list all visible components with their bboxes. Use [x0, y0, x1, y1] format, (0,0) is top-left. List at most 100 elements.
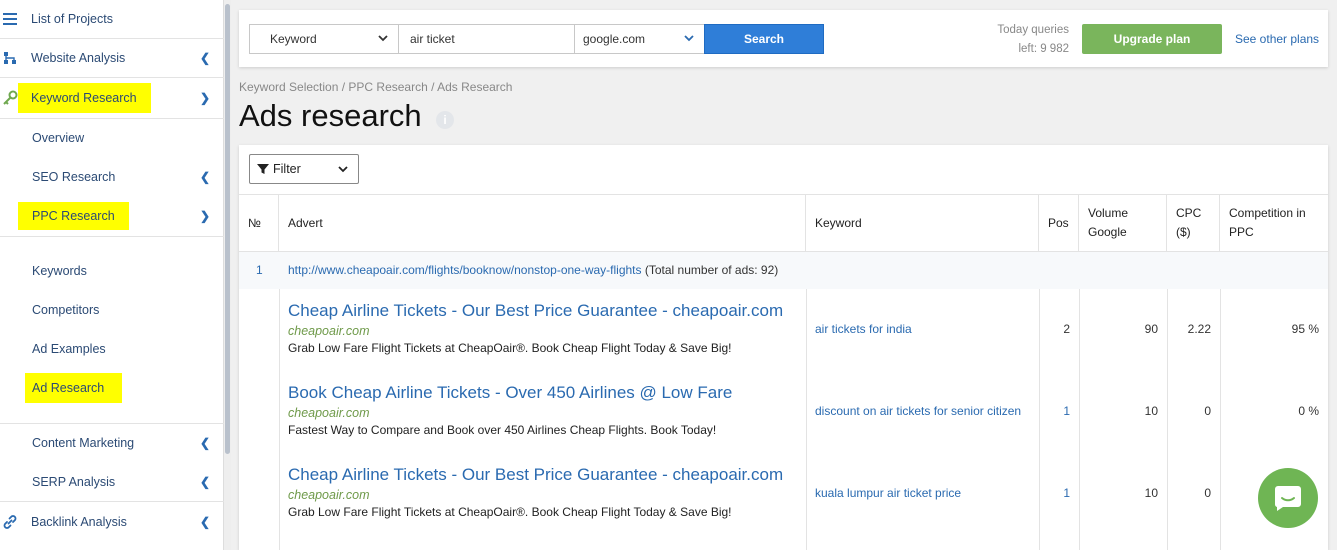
- chevron-down-icon: [684, 35, 694, 42]
- sidebar-item-label: Competitors: [32, 302, 100, 317]
- page-title: Ads research: [239, 98, 422, 133]
- sidebar-item-competitors[interactable]: Competitors: [0, 290, 224, 329]
- competition-value: 95 %: [1291, 322, 1319, 336]
- sidebar-item-keywords[interactable]: Keywords: [0, 251, 224, 290]
- column-header-pos[interactable]: Pos: [1039, 195, 1079, 251]
- sidebar-item-label: Keyword Research: [18, 82, 151, 113]
- search-mode-value: Keyword: [270, 32, 317, 46]
- key-icon: [2, 90, 18, 106]
- table-row: Cheap Airline Tickets - Our Best Price G…: [288, 300, 808, 355]
- chevron-left-icon: ❮: [199, 51, 210, 65]
- link-icon: [2, 514, 18, 530]
- see-other-plans-link[interactable]: See other plans: [1235, 32, 1319, 46]
- sidebar-item-keyword-research[interactable]: Keyword Research ❯: [0, 78, 224, 117]
- chevron-left-icon: ❮: [199, 474, 210, 489]
- sidebar-item-content-marketing[interactable]: Content Marketing ❮: [0, 423, 224, 462]
- divider: [0, 236, 224, 237]
- column-header-label: Google: [1088, 225, 1127, 239]
- column-header-advert[interactable]: Advert: [279, 195, 806, 251]
- sidebar-item-label: SEO Research: [32, 169, 116, 184]
- search-input[interactable]: air ticket: [398, 24, 575, 54]
- search-mode-select[interactable]: Keyword: [249, 24, 399, 54]
- table-row: Cheap Airline Tickets - Our Best Price G…: [288, 464, 808, 519]
- search-engine-select[interactable]: google.com: [574, 24, 705, 54]
- sidebar-item-ad-research[interactable]: Ad Research: [0, 368, 224, 407]
- column-header-label: CPC: [1176, 206, 1202, 220]
- keyword-link[interactable]: kuala lumpur air ticket price: [815, 486, 961, 500]
- volume-value: 10: [1144, 486, 1158, 500]
- keyword-link[interactable]: air tickets for india: [815, 322, 912, 336]
- column-header-competition[interactable]: Competition in PPC: [1220, 195, 1328, 251]
- sidebar-item-label: Backlink Analysis: [31, 514, 127, 529]
- ad-domain: cheapoair.com: [288, 406, 370, 420]
- chevron-down-icon: [378, 35, 388, 42]
- position-link[interactable]: 1: [1039, 486, 1070, 500]
- competition-value: 0 %: [1298, 404, 1319, 418]
- results-panel: Filter № Advert Keyword Pos Volume Googl…: [239, 145, 1328, 550]
- chat-widget-button[interactable]: [1258, 468, 1318, 528]
- sitemap-icon: [2, 50, 18, 66]
- sidebar-item-ppc-research[interactable]: PPC Research ❯: [0, 196, 224, 235]
- chevron-down-icon: ❯: [199, 90, 210, 105]
- sidebar-item-seo-research[interactable]: SEO Research ❮: [0, 157, 224, 196]
- chevron-left-icon: ❮: [199, 169, 210, 184]
- upgrade-plan-button[interactable]: Upgrade plan: [1082, 24, 1222, 54]
- sidebar-item-overview[interactable]: Overview: [0, 118, 224, 157]
- landing-page-link[interactable]: http://www.cheapoair.com/flights/booknow…: [288, 263, 642, 277]
- sidebar-item-serp-analysis[interactable]: SERP Analysis ❮: [0, 462, 224, 501]
- chevron-down-icon: [338, 166, 348, 173]
- scrollbar-thumb[interactable]: [225, 4, 230, 454]
- table-group-row: 1 http://www.cheapoair.com/flights/bookn…: [239, 252, 1328, 289]
- volume-value: 10: [1144, 404, 1158, 418]
- cpc-value: 0: [1204, 486, 1211, 500]
- column-header-label: ($): [1176, 225, 1191, 239]
- column-header-keyword[interactable]: Keyword: [806, 195, 1039, 251]
- ad-description: Grab Low Fare Flight Tickets at CheapOai…: [288, 505, 732, 519]
- search-input-value: air ticket: [410, 32, 455, 46]
- sidebar-item-label: List of Projects: [31, 12, 113, 26]
- chat-icon: [1274, 486, 1301, 511]
- sidebar-item-label: Ad Examples: [32, 341, 106, 356]
- position-link[interactable]: 1: [1039, 404, 1070, 418]
- sidebar-item-label: Overview: [32, 130, 85, 145]
- column-header-label: Volume: [1088, 206, 1129, 220]
- info-icon[interactable]: i: [436, 111, 454, 129]
- column-header-cpc[interactable]: CPC ($): [1167, 195, 1220, 251]
- menu-icon: [2, 11, 18, 27]
- column-header-volume[interactable]: Volume Google: [1079, 195, 1167, 251]
- breadcrumb: Keyword Selection / PPC Research / Ads R…: [239, 80, 513, 94]
- sidebar-item-backlink-analysis[interactable]: Backlink Analysis ❮: [0, 502, 224, 541]
- row-number: 1: [256, 263, 263, 277]
- column-header-label: PPC: [1229, 225, 1254, 239]
- sidebar-scrollbar[interactable]: [224, 0, 231, 550]
- queries-value: left: 9 982: [1018, 43, 1069, 55]
- ad-description: Grab Low Fare Flight Tickets at CheapOai…: [288, 341, 732, 355]
- table-header: № Advert Keyword Pos Volume Google CPC (…: [239, 194, 1328, 252]
- ad-domain: cheapoair.com: [288, 488, 370, 502]
- sidebar-item-ad-examples[interactable]: Ad Examples: [0, 329, 224, 368]
- search-engine-value: google.com: [583, 32, 646, 46]
- ad-title-link[interactable]: Cheap Airline Tickets - Our Best Price G…: [288, 300, 808, 322]
- table-row: Book Cheap Airline Tickets - Over 450 Ai…: [288, 382, 808, 437]
- filter-icon: [257, 164, 269, 174]
- search-button[interactable]: Search: [704, 24, 824, 54]
- chevron-left-icon: ❮: [199, 514, 210, 529]
- cpc-value: 0: [1204, 404, 1211, 418]
- sidebar-item-list-of-projects[interactable]: List of Projects: [0, 0, 224, 39]
- sidebar-item-label: Content Marketing: [32, 435, 135, 450]
- column-header-num[interactable]: №: [239, 195, 279, 251]
- volume-value: 90: [1144, 322, 1158, 336]
- queries-label: Today queries: [997, 24, 1069, 36]
- sidebar-item-label: Keywords: [32, 263, 87, 278]
- position-value: 2: [1063, 322, 1070, 336]
- ad-title-link[interactable]: Cheap Airline Tickets - Our Best Price G…: [288, 464, 808, 486]
- total-ads-count: (Total number of ads: 92): [644, 263, 779, 277]
- ad-group-url: http://www.cheapoair.com/flights/booknow…: [288, 263, 778, 277]
- sidebar-item-website-analysis[interactable]: Website Analysis ❮: [0, 39, 224, 78]
- ad-title-link[interactable]: Book Cheap Airline Tickets - Over 450 Ai…: [288, 382, 808, 404]
- keyword-link[interactable]: discount on air tickets for senior citiz…: [815, 404, 1021, 418]
- sidebar-item-label: SERP Analysis: [32, 474, 116, 489]
- filter-button[interactable]: Filter: [249, 154, 359, 184]
- ad-description: Fastest Way to Compare and Book over 450…: [288, 423, 717, 437]
- sidebar-item-label: PPC Research: [18, 201, 129, 230]
